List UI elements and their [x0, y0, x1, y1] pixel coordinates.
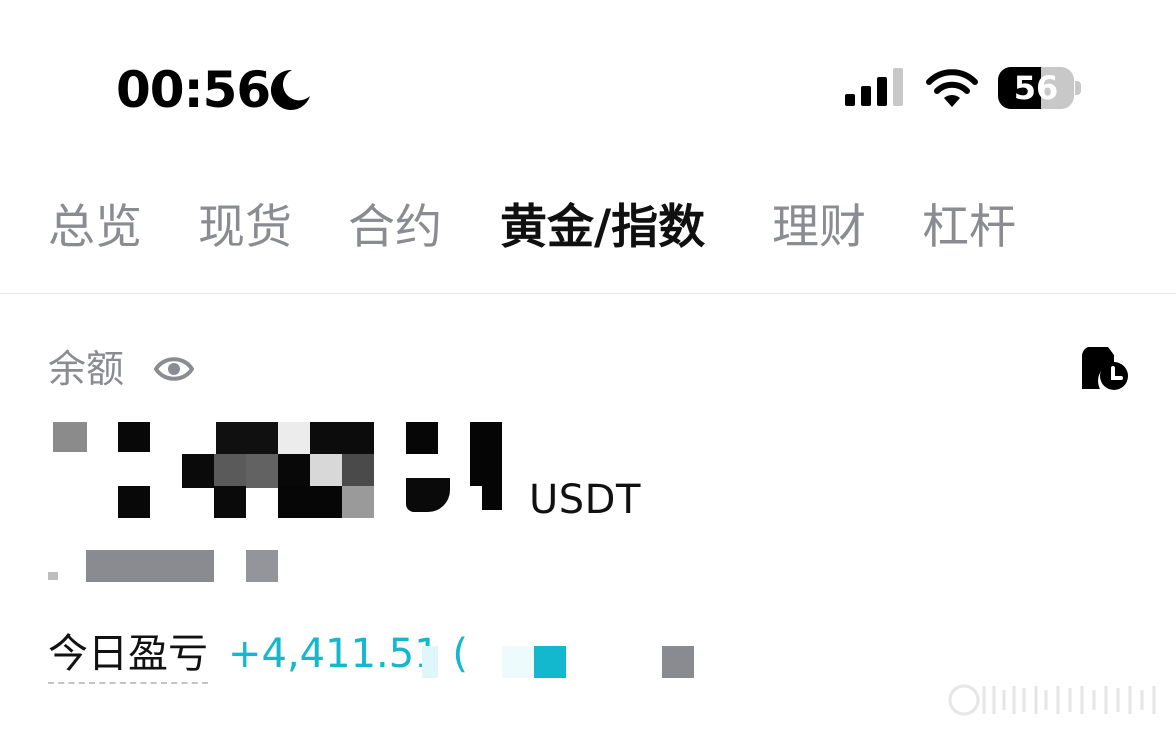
tab-overview[interactable]: 总览: [48, 196, 142, 260]
pixel-block: [662, 646, 694, 678]
pixel-block: [422, 646, 438, 678]
today-pnl-label[interactable]: 今日盈亏: [48, 628, 208, 684]
pixel-block: [342, 486, 374, 518]
pixel-block: [278, 486, 342, 518]
balance-unit: USDT: [529, 477, 641, 523]
signal-icon: [845, 68, 903, 106]
tab-spot[interactable]: 现货: [198, 196, 292, 260]
pixel-block: [246, 454, 278, 488]
pixel-block: [534, 646, 566, 678]
pixel-block: [86, 550, 214, 582]
pixel-block: [502, 646, 534, 678]
pixel-block: [310, 422, 374, 454]
pixel-block: [214, 454, 246, 488]
pixel-block: [406, 478, 450, 512]
balance-label: 余额: [48, 347, 125, 391]
pixel-block: [342, 454, 374, 488]
tab-earn[interactable]: 理财: [772, 196, 866, 260]
moon-icon: [270, 69, 310, 110]
pixel-block: [310, 454, 342, 488]
tab-futures[interactable]: 合约: [348, 196, 442, 260]
asset-tabs: 总览 现货 合约 黄金/指数 理财 杠杆: [48, 196, 1148, 260]
pixel-block: [278, 422, 310, 454]
pixel-block: [278, 454, 310, 488]
wifi-icon: [926, 69, 978, 107]
tab-divider: [0, 293, 1176, 294]
pixel-block: [182, 454, 214, 488]
tab-margin[interactable]: 杠杆: [922, 196, 1016, 260]
pixel-block: [406, 422, 438, 454]
pixel-block: [482, 478, 502, 510]
pixel-block: [470, 422, 502, 486]
pixel-block: [118, 422, 150, 452]
battery-percent: 56: [1013, 69, 1059, 107]
pixel-block: [48, 572, 58, 580]
eye-icon[interactable]: [154, 352, 194, 386]
status-time: 00:56: [116, 61, 271, 119]
watermark: [948, 684, 1156, 716]
tab-gold-index[interactable]: 黄金/指数: [500, 196, 705, 260]
battery-icon: 56: [998, 67, 1074, 109]
pixel-block: [53, 422, 87, 452]
battery-cap: [1075, 81, 1081, 95]
pixel-block: [246, 550, 278, 582]
pixel-block: [118, 486, 150, 518]
history-icon[interactable]: [1078, 343, 1130, 393]
pixel-block: [216, 422, 278, 454]
pixel-block: [214, 486, 246, 518]
